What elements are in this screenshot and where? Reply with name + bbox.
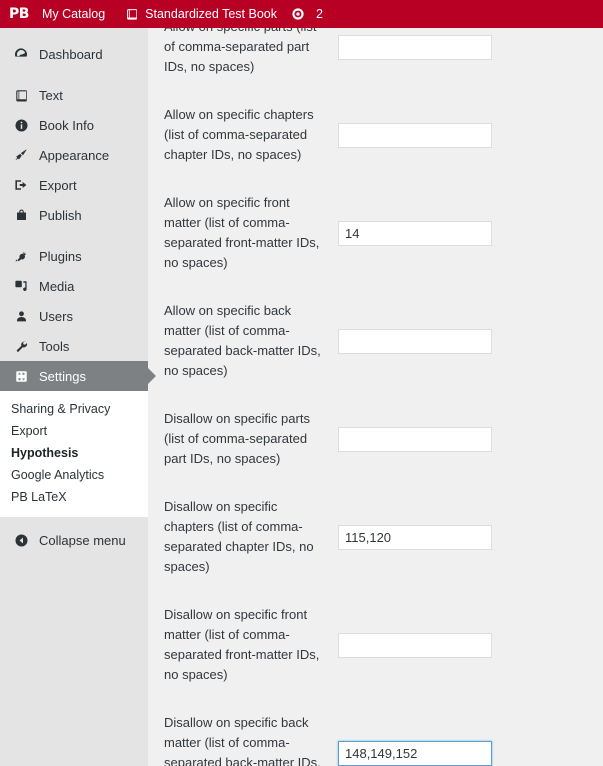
submenu-item-google-analytics[interactable]: Google Analytics — [0, 464, 148, 486]
hypothesis-settings-form: Allow on specific parts (list of comma-s… — [148, 28, 603, 766]
field-label: Allow on specific front matter (list of … — [164, 195, 320, 270]
sidebar-item-label: Book Info — [39, 117, 94, 133]
field-label: Disallow on specific back matter (list o… — [164, 715, 321, 766]
sidebar-item-publish[interactable]: Publish — [0, 200, 148, 230]
sidebar-item-text[interactable]: Text — [0, 80, 148, 110]
wrench-icon — [11, 336, 31, 356]
menu-group-spacer — [0, 230, 148, 241]
settings-submenu: Sharing & Privacy Export Hypothesis Goog… — [0, 391, 148, 517]
form-row: Allow on specific front matter (list of … — [148, 179, 603, 287]
form-row: Allow on specific back matter (list of c… — [148, 287, 603, 395]
collapse-menu-button[interactable]: Collapse menu — [0, 525, 148, 555]
sidebar-item-dashboard[interactable]: Dashboard — [0, 39, 148, 69]
sidebar-item-label: Export — [39, 177, 77, 193]
field-label: Allow on specific back matter (list of c… — [164, 303, 321, 378]
hypothesis-eye-icon — [291, 7, 305, 21]
plug-icon — [11, 246, 31, 266]
field-label: Disallow on specific chapters (list of c… — [164, 499, 314, 574]
annotation-count: 2 — [315, 7, 323, 21]
sidebar-item-export[interactable]: Export — [0, 170, 148, 200]
my-catalog-link[interactable]: My Catalog — [35, 0, 112, 28]
disallow-front-matter-input[interactable] — [338, 632, 492, 658]
admin-bar: PB My Catalog Standardized Test Book 2 — [0, 0, 603, 28]
book-icon — [125, 7, 139, 21]
sidebar-item-plugins[interactable]: Plugins — [0, 241, 148, 271]
sidebar-item-label: Publish — [39, 207, 82, 223]
my-catalog-label: My Catalog — [41, 7, 106, 21]
sidebar-item-media[interactable]: Media — [0, 271, 148, 301]
sidebar-item-appearance[interactable]: Appearance — [0, 140, 148, 170]
sidebar-item-tools[interactable]: Tools — [0, 331, 148, 361]
menu-top-spacer — [0, 28, 148, 39]
info-icon — [11, 115, 31, 135]
export-arrow-icon — [11, 175, 31, 195]
settings-sliders-icon — [11, 366, 31, 386]
form-row: Allow on specific chapters (list of comm… — [148, 91, 603, 179]
sidebar-item-label: Tools — [39, 338, 70, 354]
book-title-link[interactable]: Standardized Test Book — [118, 0, 284, 28]
pressbooks-logo-icon[interactable]: PB — [0, 0, 35, 28]
submenu-item-export[interactable]: Export — [0, 420, 148, 442]
sidebar-item-label: Media — [39, 278, 75, 294]
form-row: Disallow on specific parts (list of comm… — [148, 395, 603, 483]
field-label: Disallow on specific front matter (list … — [164, 607, 320, 682]
user-icon — [11, 306, 31, 326]
media-icon — [11, 276, 31, 296]
sidebar-item-label: Dashboard — [39, 46, 103, 62]
book-icon — [11, 85, 31, 105]
paintbrush-icon — [11, 145, 31, 165]
shopping-bag-icon — [11, 205, 31, 225]
book-title-label: Standardized Test Book — [145, 7, 277, 21]
form-row: Disallow on specific back matter (list o… — [148, 699, 603, 766]
current-menu-arrow-icon — [148, 368, 156, 384]
form-row: Disallow on specific chapters (list of c… — [148, 483, 603, 591]
collapse-menu-label: Collapse menu — [39, 532, 126, 548]
hypothesis-annotations-link[interactable]: 2 — [284, 0, 330, 28]
disallow-chapters-input[interactable] — [338, 524, 492, 550]
form-row: Allow on specific parts (list of comma-s… — [148, 28, 603, 91]
sidebar-item-label: Settings — [39, 368, 86, 384]
sidebar-item-label: Appearance — [39, 147, 110, 163]
disallow-parts-input[interactable] — [338, 426, 492, 452]
sidebar-item-book-info[interactable]: Book Info — [0, 110, 148, 140]
allow-front-matter-input[interactable] — [338, 220, 492, 246]
field-label: Allow on specific chapters (list of comm… — [164, 107, 314, 162]
admin-sidebar: Dashboard Text Book Info Appearance Expo… — [0, 28, 156, 766]
dashboard-icon — [11, 44, 31, 64]
sidebar-item-settings[interactable]: Settings — [0, 361, 156, 391]
field-label: Disallow on specific parts (list of comm… — [164, 411, 310, 466]
field-label: Allow on specific parts (list of comma-s… — [164, 28, 316, 74]
form-row: Disallow on specific front matter (list … — [148, 591, 603, 699]
allow-parts-input[interactable] — [338, 34, 492, 60]
submenu-item-pb-latex[interactable]: PB LaTeX — [0, 486, 148, 508]
menu-group-spacer — [0, 69, 148, 80]
sidebar-item-label: Users — [39, 308, 73, 324]
disallow-back-matter-input[interactable] — [338, 740, 492, 766]
submenu-item-hypothesis[interactable]: Hypothesis — [0, 442, 148, 464]
sidebar-item-users[interactable]: Users — [0, 301, 148, 331]
allow-back-matter-input[interactable] — [338, 328, 492, 354]
submenu-item-sharing-privacy[interactable]: Sharing & Privacy — [0, 398, 148, 420]
collapse-left-arrow-icon — [11, 530, 31, 550]
sidebar-item-label: Plugins — [39, 248, 82, 264]
sidebar-item-label: Text — [39, 87, 63, 103]
allow-chapters-input[interactable] — [338, 122, 492, 148]
settings-content: Allow on specific parts (list of comma-s… — [148, 28, 603, 766]
